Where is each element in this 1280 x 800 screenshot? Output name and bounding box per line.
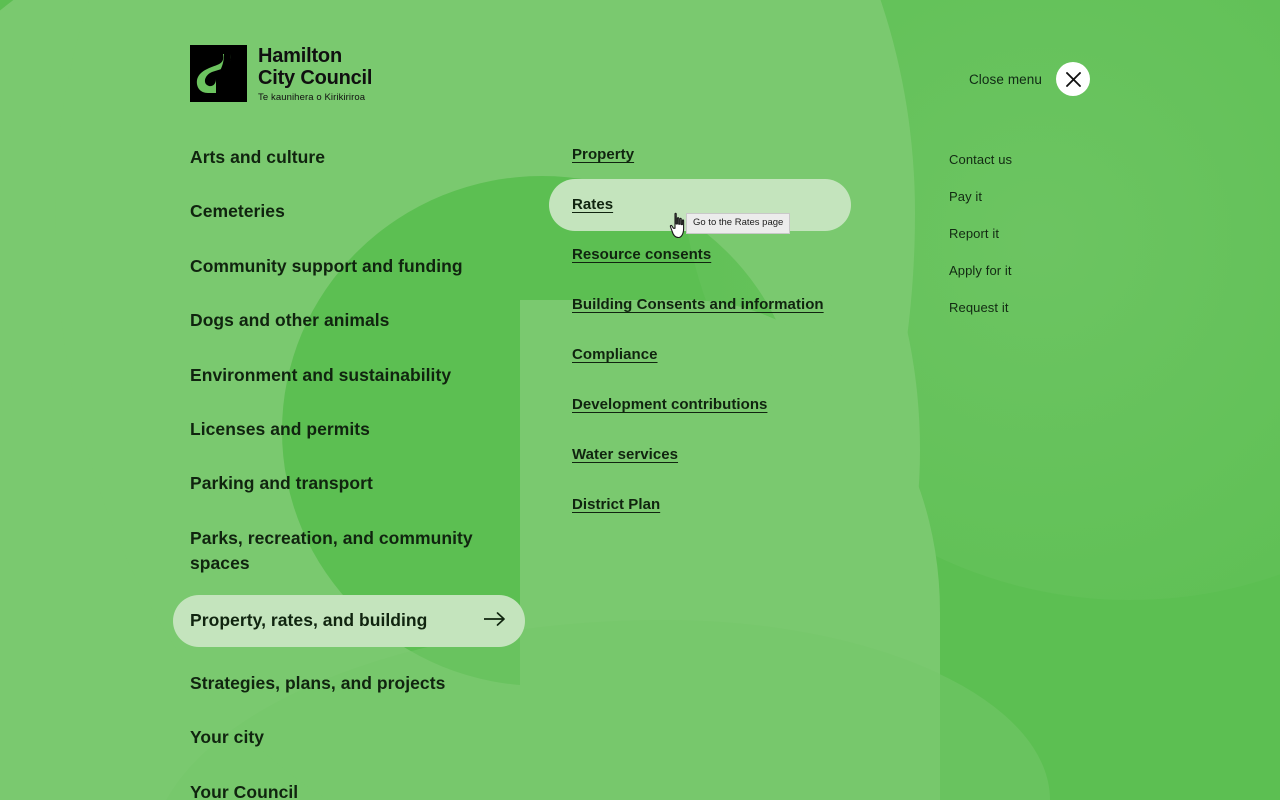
- primary-nav-item-label: Strategies, plans, and projects: [190, 672, 446, 693]
- quick-links-list: Contact us Pay it Report it Apply for it Req…: [949, 152, 1179, 337]
- primary-nav-item[interactable]: Your city: [173, 720, 525, 755]
- quick-link-item[interactable]: Pay it: [949, 189, 1179, 204]
- quick-link-item[interactable]: Report it: [949, 226, 1179, 241]
- primary-nav-item[interactable]: Your Council: [173, 775, 525, 800]
- secondary-nav-item[interactable]: Building Consents and information: [549, 290, 851, 320]
- primary-nav-item[interactable]: Community support and funding: [173, 249, 525, 284]
- hamilton-city-council-koru-logo-icon: [190, 45, 247, 103]
- primary-nav-item[interactable]: Parks, recreation, and community spaces: [173, 521, 525, 582]
- primary-nav-item[interactable]: Parking and transport: [173, 466, 525, 501]
- quick-link-item[interactable]: Request it: [949, 300, 1179, 315]
- quick-link-item[interactable]: Contact us: [949, 152, 1179, 167]
- secondary-nav-item-label: Property: [572, 146, 635, 163]
- primary-nav-item-label: Your city: [190, 727, 265, 748]
- primary-nav-item[interactable]: Dogs and other animals: [173, 303, 525, 338]
- mega-menu-overlay: Hamilton City Council Te kaunihera o Kir…: [0, 0, 1280, 800]
- brand-logo[interactable]: Hamilton City Council Te kaunihera o Kir…: [190, 45, 372, 103]
- primary-nav-item-label: Parking and transport: [190, 473, 373, 494]
- arrow-right-icon: [483, 611, 507, 632]
- primary-navigation-list: Arts and culture Cemeteries Community supp…: [173, 140, 573, 800]
- menu-header: Hamilton City Council Te kaunihera o Kir…: [0, 0, 1280, 150]
- primary-nav-item-label: Parks, recreation, and community spaces: [190, 527, 473, 573]
- primary-nav-item[interactable]: Arts and culture: [173, 140, 525, 175]
- close-menu-label: Close menu: [968, 71, 1042, 87]
- secondary-nav-item-label: Building Consents and information: [572, 296, 824, 313]
- secondary-nav-item-label: Water services: [572, 446, 679, 463]
- secondary-nav-item[interactable]: Rates: [549, 179, 851, 231]
- primary-nav-item[interactable]: Strategies, plans, and projects: [173, 666, 525, 701]
- secondary-nav-item-label: Compliance: [572, 346, 658, 363]
- primary-nav-item-label: Licenses and permits: [190, 418, 370, 439]
- brand-wordmark: Hamilton City Council Te kaunihera o Kir…: [258, 45, 372, 102]
- brand-line-2: City Council: [258, 67, 373, 90]
- close-menu-button[interactable]: [1056, 62, 1090, 96]
- secondary-nav-item-label: District Plan: [572, 496, 661, 513]
- primary-nav-item[interactable]: Licenses and permits: [173, 412, 525, 447]
- brand-line-3: Te kaunihera o Kirikiriroa: [258, 91, 366, 103]
- secondary-nav-item-label: Rates: [572, 196, 614, 213]
- secondary-nav-item[interactable]: Development contributions: [549, 390, 851, 420]
- secondary-nav-item[interactable]: District Plan: [549, 490, 851, 520]
- secondary-nav-item[interactable]: Resource consents: [549, 240, 851, 270]
- close-menu-control[interactable]: Close menu: [969, 62, 1090, 96]
- primary-nav-item[interactable]: Property, rates, and building: [173, 595, 525, 647]
- quick-link-item[interactable]: Apply for it: [949, 263, 1179, 278]
- close-x-icon: [1065, 71, 1081, 87]
- brand-line-1: Hamilton: [258, 45, 342, 67]
- primary-nav-item-label: Cemeteries: [190, 201, 285, 222]
- secondary-nav-item-label: Development contributions: [572, 396, 768, 413]
- primary-nav-item[interactable]: Cemeteries: [173, 194, 525, 229]
- primary-nav-item-label: Environment and sustainability: [190, 364, 452, 385]
- primary-nav-item-label: Arts and culture: [190, 147, 325, 167]
- secondary-navigation-list: Property Rates Resource consents Building C…: [549, 140, 889, 540]
- primary-nav-item-label: Property, rates, and building: [190, 610, 428, 631]
- primary-nav-item-label: Community support and funding: [190, 255, 463, 276]
- primary-nav-item[interactable]: Environment and sustainability: [173, 358, 525, 393]
- primary-nav-item-label: Dogs and other animals: [190, 310, 390, 331]
- secondary-nav-item-label: Resource consents: [572, 246, 712, 263]
- primary-nav-item-label: Your Council: [190, 781, 299, 800]
- secondary-nav-item[interactable]: Property: [549, 140, 851, 170]
- secondary-nav-item[interactable]: Water services: [549, 440, 851, 470]
- secondary-nav-item[interactable]: Compliance: [549, 340, 851, 370]
